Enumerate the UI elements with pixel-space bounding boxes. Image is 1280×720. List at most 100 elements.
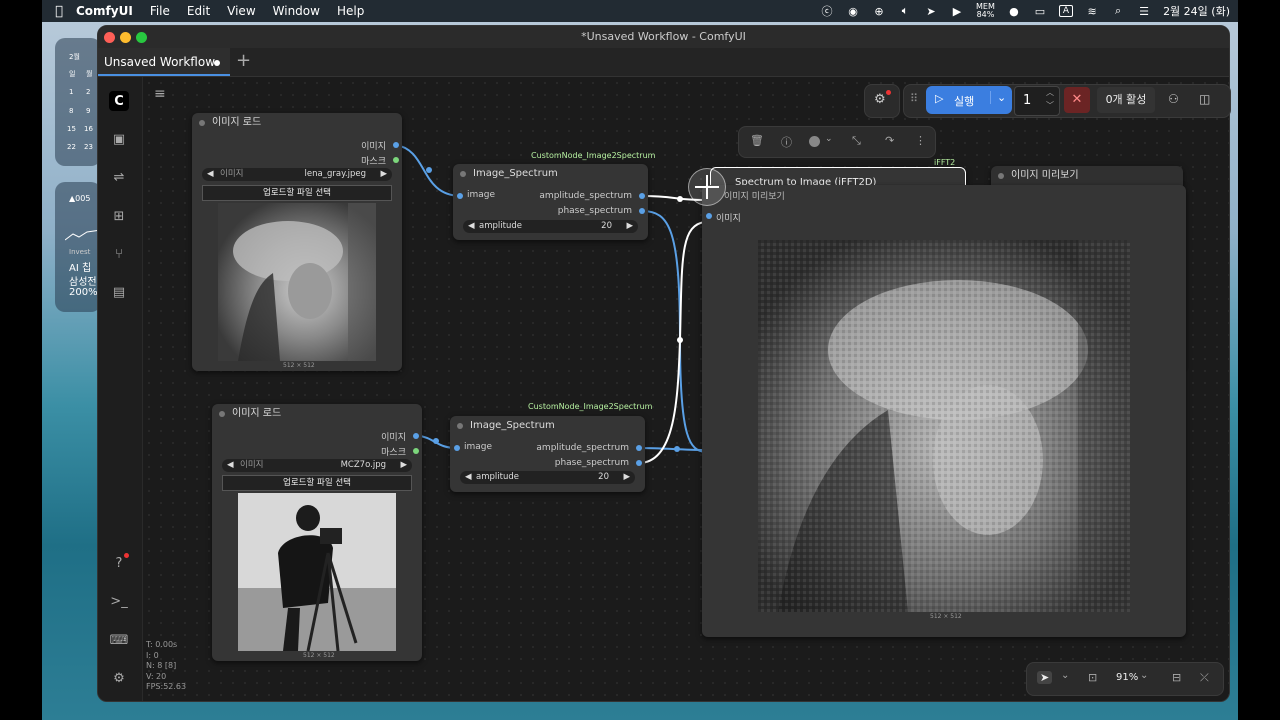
- node-title[interactable]: Image_Spectrum: [453, 164, 648, 184]
- image-spectrum-node-2[interactable]: Image_Spectrum image amplitude_spectrum …: [450, 416, 645, 492]
- cameraman-preview-image: [238, 493, 396, 651]
- output-amplitude-slot[interactable]: [636, 445, 642, 451]
- arrow-right-icon[interactable]: ▶: [623, 471, 630, 484]
- chevron-down-icon[interactable]: ⌄: [1061, 670, 1069, 681]
- input-image-slot[interactable]: [454, 445, 460, 451]
- select-pointer-icon[interactable]: ➤: [1037, 671, 1053, 684]
- drag-handle-icon[interactable]: ⠿: [910, 92, 918, 105]
- active-queue-button[interactable]: 0개 활성: [1097, 87, 1155, 113]
- chevron-down-icon[interactable]: ⌄: [825, 134, 833, 144]
- run-label: 실행: [954, 95, 975, 108]
- play-icon: ▷: [935, 92, 944, 105]
- upload-file-button[interactable]: 업로드할 파일 선택: [222, 475, 412, 491]
- extensions-button[interactable]: ⚙: [864, 84, 900, 118]
- panel-toggle-icon[interactable]: ◫: [1199, 92, 1210, 106]
- node-collapse-dot-icon[interactable]: [219, 411, 225, 417]
- reconstructed-preview-image: [758, 240, 1130, 612]
- puzzle-icon: ⚙: [874, 92, 886, 107]
- run-button[interactable]: ▷ 실행 ⌄: [926, 86, 1012, 114]
- add-node-crosshair-icon[interactable]: [688, 168, 726, 206]
- link-phase2: [638, 221, 706, 464]
- widget-value: lena_gray.jpeg: [304, 169, 366, 179]
- stat-line: FPS:52.63: [146, 682, 187, 691]
- output-image-slot[interactable]: [393, 142, 399, 148]
- more-options-icon[interactable]: ⋮: [915, 134, 926, 147]
- arrow-left-icon[interactable]: ◀: [227, 459, 234, 472]
- node-title[interactable]: 이미지 로드: [192, 113, 402, 133]
- widget-label: 이미지: [240, 460, 264, 470]
- amplitude-widget[interactable]: ◀ amplitude 20 ▶: [463, 220, 638, 233]
- load-image-node-1[interactable]: 이미지 로드 이미지 마스크 ◀ 이미지 lena_gray.jpeg ▶ 업로…: [192, 113, 402, 371]
- input-image-label: image: [467, 190, 496, 200]
- arrow-left-icon[interactable]: ◀: [465, 471, 472, 484]
- cancel-run-button[interactable]: ✕: [1064, 87, 1090, 113]
- image-file-select[interactable]: ◀ 이미지 MCZ7o.jpg ▶: [222, 459, 412, 472]
- arrow-left-icon[interactable]: ◀: [468, 220, 475, 233]
- delete-trash-icon[interactable]: 🗑︎: [750, 134, 764, 147]
- arrow-left-icon[interactable]: ◀: [207, 168, 214, 181]
- node-collapse-dot-icon[interactable]: [457, 423, 463, 429]
- upload-file-button[interactable]: 업로드할 파일 선택: [202, 185, 392, 201]
- preview-image-node-front[interactable]: 이미지 미리보기 이미지 512 × 512: [702, 185, 1186, 637]
- node-collapse-dot-icon[interactable]: [199, 120, 205, 126]
- collapse-icon[interactable]: ⤡: [852, 134, 861, 148]
- image-file-select[interactable]: ◀ 이미지 lena_gray.jpeg ▶: [202, 168, 392, 181]
- node-title-text: 이미지 미리보기: [1011, 170, 1079, 181]
- widget-label: amplitude: [476, 472, 519, 482]
- link-midpoint: [677, 196, 683, 202]
- arrow-right-icon[interactable]: ▶: [626, 220, 633, 233]
- output-mask-slot[interactable]: [393, 157, 399, 163]
- node-title[interactable]: Image_Spectrum: [450, 416, 645, 436]
- user-icon[interactable]: ⚇: [1168, 92, 1179, 106]
- node-title[interactable]: 이미지 미리보기: [991, 166, 1183, 186]
- link-midpoint: [426, 167, 432, 173]
- input-image-slot[interactable]: [706, 213, 712, 219]
- node-collapse-dot-icon[interactable]: [460, 171, 466, 177]
- output-phase-slot[interactable]: [636, 460, 642, 466]
- node-title-text: Image_Spectrum: [470, 420, 555, 431]
- node-collapse-dot-icon[interactable]: [998, 173, 1004, 179]
- input-image-slot[interactable]: [457, 193, 463, 199]
- widget-value: 20: [598, 472, 609, 482]
- arrow-right-icon[interactable]: ▶: [380, 168, 387, 181]
- output-mask-label: 마스크: [381, 448, 406, 458]
- image-size-label: 512 × 512: [303, 652, 335, 659]
- increment-icon[interactable]: ︿: [1046, 87, 1054, 98]
- image-spectrum-node-1[interactable]: Image_Spectrum image amplitude_spectrum …: [453, 164, 648, 240]
- widget-label: amplitude: [479, 221, 522, 231]
- hide-links-icon[interactable]: ⤫: [1200, 671, 1209, 685]
- node-title-text: 이미지 로드: [232, 408, 282, 419]
- info-icon[interactable]: ⓘ: [781, 134, 792, 150]
- image-size-label: 512 × 512: [930, 613, 962, 620]
- stat-line: N: 8 [8]: [146, 661, 177, 670]
- batch-count-input[interactable]: 1 ︿ ﹀: [1014, 86, 1060, 116]
- stat-line: I: 0: [146, 650, 159, 660]
- arrow-right-icon[interactable]: ▶: [400, 459, 407, 472]
- zoom-level[interactable]: 91%: [1116, 672, 1138, 683]
- bypass-icon[interactable]: ↷: [885, 134, 894, 147]
- output-image-slot[interactable]: [413, 433, 419, 439]
- node-title[interactable]: 이미지 로드: [212, 404, 422, 424]
- output-mask-slot[interactable]: [413, 448, 419, 454]
- output-phase-label: phase_spectrum: [557, 206, 632, 216]
- output-amplitude-label: amplitude_spectrum: [536, 443, 629, 453]
- node-title-text: Image_Spectrum: [473, 168, 558, 179]
- fit-view-icon[interactable]: ⊡: [1088, 671, 1097, 684]
- amplitude-widget[interactable]: ◀ amplitude 20 ▶: [460, 471, 635, 484]
- lena-preview-image: [218, 203, 376, 361]
- decrement-icon[interactable]: ﹀: [1046, 100, 1054, 111]
- widget-value: 20: [601, 221, 612, 231]
- node-title-text: 이미지 미리보기: [724, 192, 785, 202]
- chevron-down-icon[interactable]: ⌄: [990, 91, 1006, 104]
- stat-line: V: 20: [146, 671, 167, 681]
- output-image-label: 이미지: [361, 142, 386, 152]
- output-phase-slot[interactable]: [639, 208, 645, 214]
- minimap-icon[interactable]: ⊟: [1172, 671, 1181, 684]
- chevron-down-icon[interactable]: ⌄: [1140, 670, 1148, 681]
- stat-line: T: 0.00s: [146, 640, 178, 649]
- widget-value: MCZ7o.jpg: [340, 460, 386, 470]
- load-image-node-2[interactable]: 이미지 로드 이미지 마스크 ◀ 이미지 MCZ7o.jpg ▶ 업로드할 파일…: [212, 404, 422, 661]
- output-amplitude-slot[interactable]: [639, 193, 645, 199]
- output-mask-label: 마스크: [361, 157, 386, 167]
- color-picker-icon[interactable]: [809, 136, 820, 147]
